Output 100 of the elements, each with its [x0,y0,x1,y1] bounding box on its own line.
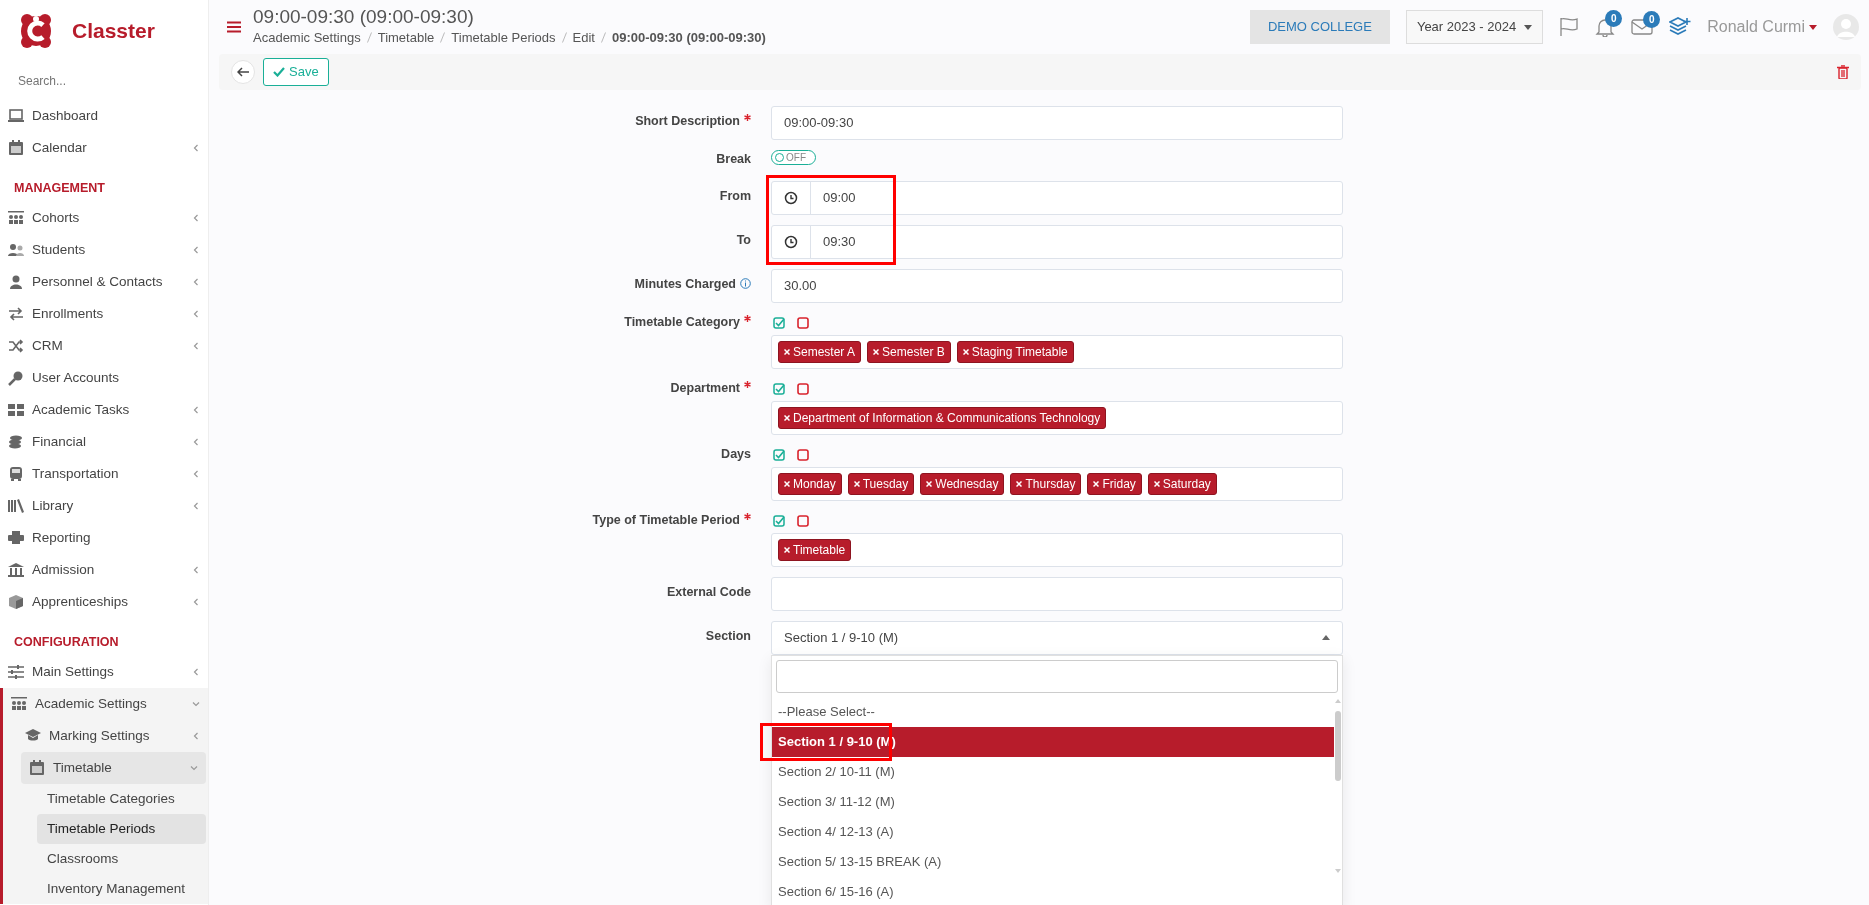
count-badge: 0 [1605,10,1623,27]
remove-icon [926,480,933,487]
tag-field[interactable]: Semester A Semester B Staging Timetable [771,334,1343,369]
submenu-link[interactable]: Classrooms [37,844,206,874]
laptop-icon [8,108,24,124]
menu-label: Academic Settings [35,694,147,713]
breadcrumb-link[interactable]: Timetable Periods [451,27,556,48]
dropdown-option[interactable]: Section 3/ 11-12 (M) [772,786,1334,817]
deselect-all-icon[interactable] [797,382,809,395]
coins-icon [8,434,24,450]
tag-chip[interactable]: Thursday [1010,472,1082,495]
field-label: Type of Timetable Period [592,511,740,529]
time-field[interactable]: 09:30 [771,224,1343,259]
menu-item[interactable]: Students [0,234,208,266]
menu-item[interactable]: Financial [0,426,208,458]
deselect-all-icon[interactable] [797,316,809,329]
tag-chip[interactable]: Tuesday [847,472,915,495]
menu-item[interactable]: Academic Settings [3,688,208,720]
breadcrumb-separator [601,31,606,43]
brand-name: Classter [72,18,155,45]
time-field[interactable]: 09:00 [771,180,1343,215]
field-label: Minutes Charged [634,275,736,293]
dropdown-option[interactable]: Section 2/ 10-11 (M) [772,756,1334,787]
text-field[interactable]: 30.00 [771,268,1343,303]
menu-item[interactable]: User Accounts [0,362,208,394]
menu-item[interactable]: Transportation [0,458,208,490]
submenu-link[interactable]: Timetable Categories [37,784,206,814]
menu-item[interactable]: Calendar [0,132,208,164]
breadcrumb-link[interactable]: Edit [572,27,595,48]
college-button[interactable]: DEMO COLLEGE [1249,10,1390,44]
menu-label: CRM [32,336,63,355]
select-all-icon[interactable] [773,382,785,395]
select-field[interactable]: Section 1 / 9-10 (M) [771,620,1343,655]
select-all-icon[interactable] [773,448,785,461]
deselect-all-icon[interactable] [797,514,809,527]
menu-item[interactable]: Marking Settings [3,720,208,752]
year-dropdown[interactable]: Year 2023 - 2024 [1405,10,1544,44]
section-heading: MANAGEMENT [13,180,106,198]
menu-item[interactable]: Reporting [0,522,208,554]
submenu-link[interactable]: Inventory Management [37,874,206,904]
dropdown-option[interactable]: Section 5/ 13-15 BREAK (A) [772,846,1334,877]
flag-icon[interactable] [1559,17,1580,37]
menu-item[interactable]: Enrollments [0,298,208,330]
select-all-icon[interactable] [773,514,785,527]
users-icon [8,242,24,258]
dropdown-option[interactable]: Section 4/ 12-13 (A) [772,816,1334,847]
field-label: Short Description [635,113,740,130]
menu-label: Cohorts [32,208,80,227]
menu-item[interactable]: Cohorts [0,202,208,234]
menu-item[interactable]: CRM [0,330,208,362]
tag-chip[interactable]: Friday [1087,472,1142,495]
cube-icon [8,594,24,610]
search-field[interactable]: Search... [0,66,208,96]
menu-item[interactable]: Apprenticeships [0,586,208,618]
field-label: Break [716,151,751,168]
tag-chip[interactable]: Wednesday [920,472,1005,495]
menu-item[interactable]: Academic Tasks [0,394,208,426]
dropdown-option[interactable]: Section 6/ 15-16 (A) [772,876,1334,905]
menu-item[interactable]: Main Settings [0,656,208,688]
tag-field[interactable]: Department of Information & Communications Technology [771,400,1343,435]
arrows-icon [8,306,24,322]
tag-field[interactable]: Timetable [771,532,1343,567]
tag-field[interactable]: Monday Tuesday Wednesday Thursday Friday Saturday [771,466,1343,501]
menu-item[interactable]: Dashboard [0,100,208,132]
tag-chip[interactable]: Semester B [867,340,951,363]
select-all-icon[interactable] [773,316,785,329]
breadcrumb-link[interactable]: Academic Settings [253,27,361,48]
text-field[interactable]: 09:00-09:30 [771,106,1343,140]
menu-label: Admission [32,560,95,579]
text-field[interactable] [771,576,1343,611]
submenu-link[interactable]: Timetable Periods [37,814,206,844]
back-button[interactable] [231,60,255,84]
deselect-all-icon[interactable] [797,448,809,461]
calendar-icon [8,140,24,156]
tag-chip[interactable]: Saturday [1147,472,1217,495]
breadcrumb-link[interactable]: Timetable [377,27,435,48]
breadcrumb-current: 09:00-09:30 (09:00-09:30) [612,28,766,47]
field-label: Days [721,445,751,463]
layers-plus-icon[interactable] [1669,17,1692,37]
menu-label: User Accounts [32,368,120,387]
breadcrumb-separator [366,31,372,43]
trash-icon[interactable] [1837,65,1849,79]
tag-chip[interactable]: Timetable [778,538,852,561]
toggle-switch[interactable]: OFF [771,150,816,165]
menu-item[interactable]: Personnel & Contacts [0,266,208,298]
dropdown-search-field[interactable] [776,659,1338,693]
books-icon [8,498,24,514]
menu-label: Library [32,496,74,515]
dropdown-option[interactable]: --Please Select-- [772,696,1334,727]
tag-chip[interactable]: Semester A [778,340,862,363]
logo-icon [18,11,54,51]
menu-label: Financial [32,432,87,451]
count-badge: 0 [1643,11,1661,28]
tag-chip[interactable]: Department of Information & Communications Technology [778,406,1107,429]
user-icon [8,274,24,290]
tag-chip[interactable]: Monday [778,472,842,495]
tag-chip[interactable]: Staging Timetable [956,340,1074,363]
breadcrumb-separator [561,31,567,43]
menu-item[interactable]: Library [0,490,208,522]
menu-item[interactable]: Admission [0,554,208,586]
